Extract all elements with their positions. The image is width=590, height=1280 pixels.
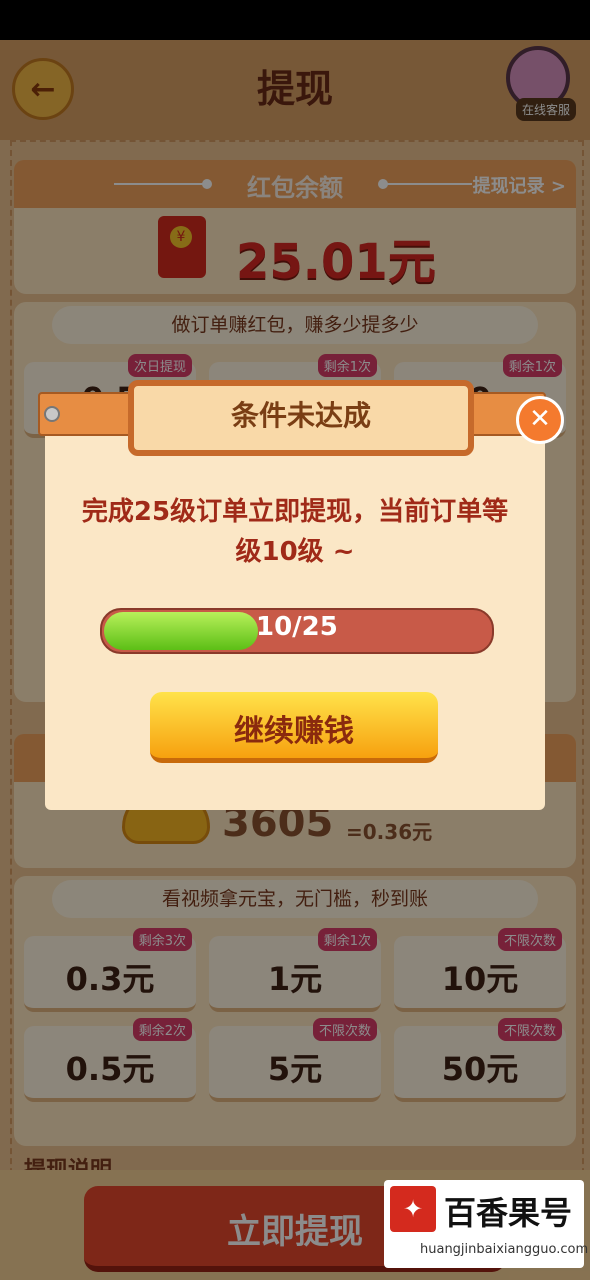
continue-earning-label: 继续赚钱	[234, 714, 354, 749]
close-icon[interactable]: ✕	[516, 396, 564, 444]
withdraw-page: ← 提现 在线客服 红包余额 提现记录 > 25.01元 做订单赚红包，赚多少提…	[0, 40, 590, 1280]
watermark-name: 百香果号	[444, 1194, 573, 1232]
watermark-url: huangjinbaixiangguo.com	[420, 1242, 589, 1257]
dialog-message: 完成25级订单立即提现，当前订单等级10级 ~	[81, 497, 509, 567]
continue-earning-button[interactable]: 继续赚钱	[150, 692, 438, 763]
level-progress-text: 10/25	[256, 612, 338, 642]
watermark-logo-icon: ✦	[390, 1186, 436, 1232]
dialog-title-sign: 条件未达成	[128, 380, 474, 456]
level-progress-fill	[104, 612, 259, 650]
nail-icon	[44, 406, 60, 422]
watermark: ✦ 百香果号 huangjinbaixiangguo.com	[384, 1180, 588, 1268]
dialog-title: 条件未达成	[230, 399, 371, 432]
